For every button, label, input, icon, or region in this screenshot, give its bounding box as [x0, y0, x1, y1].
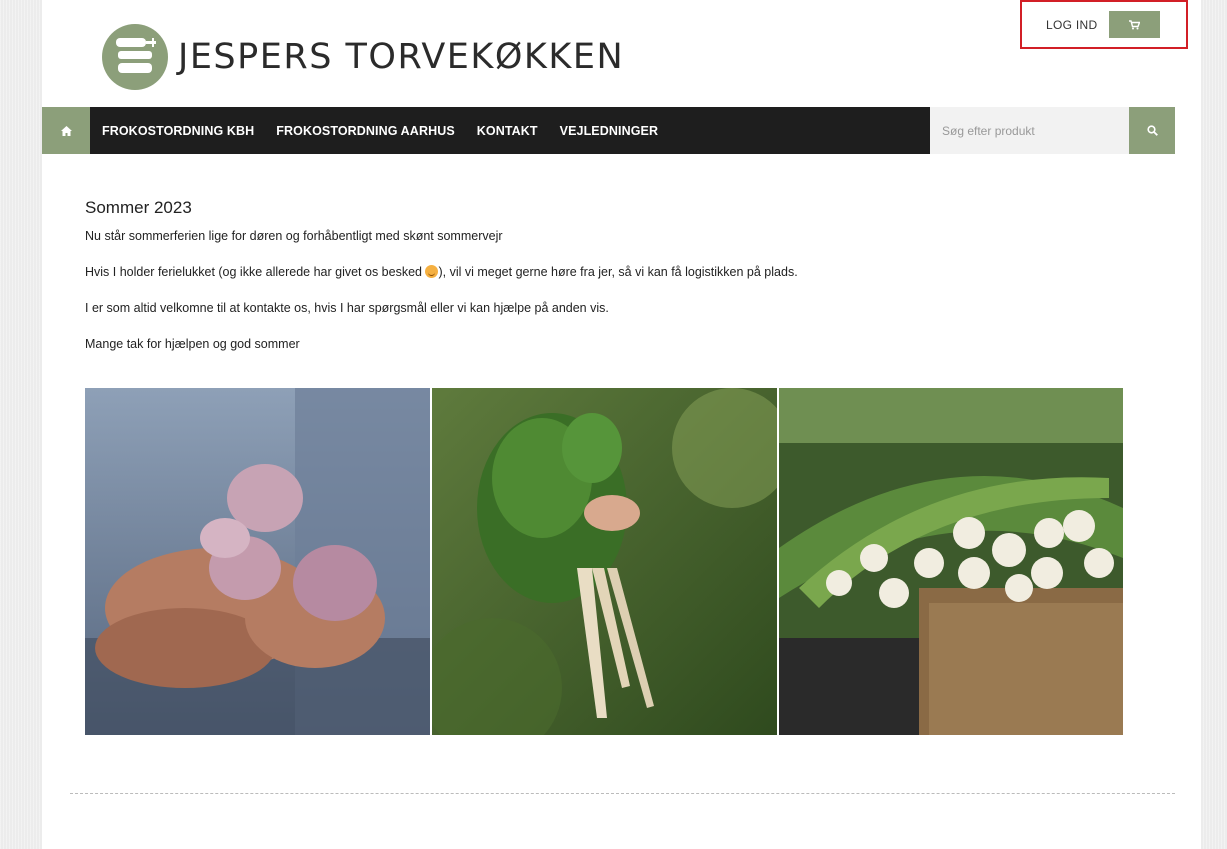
post-paragraph: Mange tak for hjælpen og god sommer: [85, 337, 300, 351]
photo-spring-garlic: [779, 388, 1123, 735]
post-paragraph: I er som altid velkomne til at kontakte …: [85, 301, 609, 315]
nav-menu: FROKOSTORDNING KBH FROKOSTORDNING AARHUS…: [102, 107, 680, 154]
site-title: JESPERS TORVEKØKKEN: [178, 37, 625, 77]
photo-garlic-hands: [85, 388, 430, 735]
post-content: Sommer 2023 Nu står sommerferien lige fo…: [85, 198, 1125, 372]
nav-item-frokostordning-aarhus[interactable]: FROKOSTORDNING AARHUS: [276, 124, 455, 138]
post-title: Sommer 2023: [85, 198, 192, 217]
cart-button[interactable]: [1109, 11, 1160, 38]
post-paragraph: Hvis I holder ferielukket (og ikke aller…: [85, 265, 798, 279]
cart-icon: [1129, 19, 1140, 29]
account-area: LOG IND: [1020, 0, 1188, 49]
home-icon: [60, 125, 72, 136]
search-input[interactable]: [930, 107, 1129, 154]
nav-item-kontakt[interactable]: KONTAKT: [477, 124, 538, 138]
login-link[interactable]: LOG IND: [1046, 18, 1097, 32]
footer-divider: [70, 793, 1175, 794]
logo-icon: [102, 24, 168, 90]
post-paragraph: Nu står sommerferien lige for døren og f…: [85, 229, 503, 243]
photo-parsley-root: [432, 388, 777, 735]
main-navigation: FROKOSTORDNING KBH FROKOSTORDNING AARHUS…: [42, 107, 1175, 154]
nav-item-vejledninger[interactable]: VEJLEDNINGER: [560, 124, 658, 138]
nav-home-button[interactable]: [42, 107, 90, 154]
page-container: JESPERS TORVEKØKKEN LOG IND FROKOSTORDNI…: [42, 0, 1201, 849]
search-button[interactable]: [1129, 107, 1175, 154]
site-logo[interactable]: JESPERS TORVEKØKKEN: [102, 24, 624, 90]
nav-item-frokostordning-kbh[interactable]: FROKOSTORDNING KBH: [102, 124, 254, 138]
smiley-emoji-icon: [425, 265, 439, 278]
search-icon: [1146, 125, 1158, 136]
photo-gallery: [85, 388, 1123, 735]
